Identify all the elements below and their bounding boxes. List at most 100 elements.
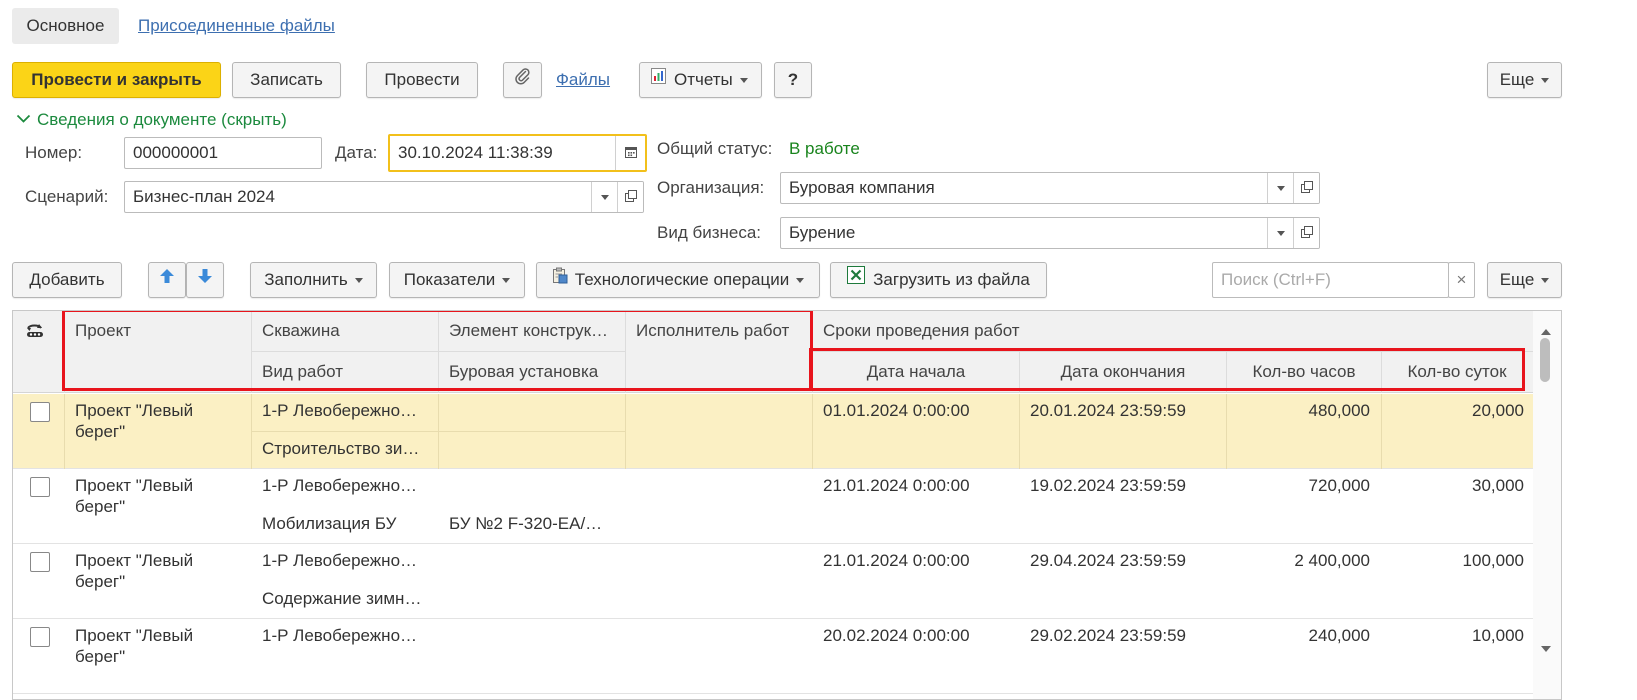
cell-well[interactable]: 1-Р Левобережно… <box>262 400 432 421</box>
fill-button[interactable]: Заполнить <box>250 262 377 298</box>
paperclip-icon <box>514 63 532 97</box>
cell-project[interactable]: Проект "Левый <box>75 625 245 646</box>
cell-work-type[interactable]: Строительство зи… <box>262 438 432 459</box>
scrollbar-thumb[interactable] <box>1540 338 1550 382</box>
move-up-button[interactable] <box>148 262 186 298</box>
cell-days[interactable]: 30,000 <box>1388 475 1524 496</box>
cell-days[interactable]: 20,000 <box>1388 400 1524 421</box>
refresh-icon <box>25 321 45 344</box>
move-down-button[interactable] <box>186 262 224 298</box>
table-row[interactable]: Проект "Левый берег" 1-Р Левобережно… 20.02… <box>13 619 1533 694</box>
chevron-down-icon <box>739 78 748 84</box>
search-input[interactable]: Поиск (Ctrl+F) <box>1212 262 1449 298</box>
cell-start-date[interactable]: 01.01.2024 0:00:00 <box>823 400 1013 421</box>
cell-project[interactable]: берег" <box>75 646 245 667</box>
excel-icon <box>847 262 866 296</box>
cell-project[interactable]: берег" <box>75 571 245 592</box>
vertical-scrollbar[interactable] <box>1533 311 1561 699</box>
attach-button[interactable] <box>503 62 542 98</box>
chevron-down-icon <box>502 278 511 284</box>
post-and-close-button[interactable]: Провести и закрыть <box>12 62 221 98</box>
more-button[interactable]: Еще <box>1487 62 1562 98</box>
tech-operations-label: Технологические операции <box>574 270 790 289</box>
row-checkbox[interactable] <box>30 477 50 497</box>
reports-button[interactable]: Отчеты <box>639 62 762 98</box>
cell-days[interactable]: 100,000 <box>1388 550 1524 571</box>
write-button[interactable]: Записать <box>232 62 341 98</box>
cell-project[interactable]: Проект "Левый <box>75 475 245 496</box>
table-row[interactable]: Проект "Левый берег" 1-Р Левобережно… Мобил… <box>13 469 1533 544</box>
business-type-open-button[interactable] <box>1293 218 1319 248</box>
cell-work-type[interactable]: Содержание зимн… <box>262 588 432 609</box>
help-button[interactable]: ? <box>774 62 812 98</box>
cell-start-date[interactable]: 21.01.2024 0:00:00 <box>823 475 1013 496</box>
cell-well[interactable]: 1-Р Левобережно… <box>262 475 432 496</box>
scenario-field[interactable]: Бизнес-план 2024 <box>124 181 644 213</box>
cell-project[interactable]: берег" <box>75 421 245 442</box>
search-clear-button[interactable]: × <box>1448 262 1475 298</box>
calendar-button[interactable] <box>615 136 645 170</box>
document-info-label: Сведения о документе (скрыть) <box>37 110 287 129</box>
organization-dropdown-button[interactable] <box>1267 173 1293 203</box>
chevron-down-icon <box>600 194 609 200</box>
cell-project[interactable]: Проект "Левый <box>75 400 245 421</box>
indicators-button[interactable]: Показатели <box>389 262 525 298</box>
cell-end-date[interactable]: 29.04.2024 23:59:59 <box>1030 550 1220 571</box>
chevron-down-icon <box>1276 230 1285 236</box>
add-button[interactable]: Добавить <box>12 262 122 298</box>
cell-hours[interactable]: 2 400,000 <box>1233 550 1370 571</box>
arrow-up-icon <box>159 262 175 296</box>
files-link[interactable]: Файлы <box>556 62 610 98</box>
organization-field[interactable]: Буровая компания <box>780 172 1320 204</box>
number-field[interactable]: 000000001 <box>124 137 322 169</box>
business-type-value: Бурение <box>789 223 856 242</box>
cell-start-date[interactable]: 20.02.2024 0:00:00 <box>823 625 1013 646</box>
cell-end-date[interactable]: 20.01.2024 23:59:59 <box>1030 400 1220 421</box>
open-window-icon <box>1300 218 1313 248</box>
cell-well[interactable]: 1-Р Левобережно… <box>262 550 432 571</box>
date-label: Дата: <box>335 143 378 162</box>
date-field[interactable]: 30.10.2024 11:38:39 <box>388 134 647 172</box>
cell-project[interactable]: Проект "Левый <box>75 550 245 571</box>
cell-start-date[interactable]: 21.01.2024 0:00:00 <box>823 550 1013 571</box>
document-info-toggle[interactable]: Сведения о документе (скрыть) <box>16 110 287 130</box>
row-checkbox[interactable] <box>30 627 50 647</box>
tab-attached-files[interactable]: Присоединенные файлы <box>138 8 335 44</box>
indicators-label: Показатели <box>403 270 496 289</box>
cell-rig[interactable]: БУ №2 F-320-EA/… <box>449 513 619 534</box>
table-row[interactable]: Проект "Левый берег" 1-Р Левобережно… Содер… <box>13 544 1533 619</box>
table-more-label: Еще <box>1499 270 1535 289</box>
business-type-field[interactable]: Бурение <box>780 217 1320 249</box>
scenario-dropdown-button[interactable] <box>591 182 617 212</box>
load-from-file-button[interactable]: Загрузить из файла <box>830 262 1047 298</box>
cell-hours[interactable]: 240,000 <box>1233 625 1370 646</box>
clipboard-icon <box>552 262 568 296</box>
tab-main[interactable]: Основное <box>12 8 119 44</box>
cell-hours[interactable]: 720,000 <box>1233 475 1370 496</box>
more-label: Еще <box>1499 70 1535 89</box>
organization-value: Буровая компания <box>789 178 935 197</box>
cell-work-type[interactable]: Мобилизация БУ <box>262 513 432 534</box>
organization-open-button[interactable] <box>1293 173 1319 203</box>
divider <box>1226 394 1227 469</box>
business-type-dropdown-button[interactable] <box>1267 218 1293 248</box>
number-label: Номер: <box>25 143 83 162</box>
scroll-up-icon <box>1541 320 1551 340</box>
post-button[interactable]: Провести <box>366 62 478 98</box>
row-checkbox[interactable] <box>30 402 50 422</box>
divider <box>64 394 65 469</box>
cell-end-date[interactable]: 29.02.2024 23:59:59 <box>1030 625 1220 646</box>
open-window-icon <box>1300 173 1313 203</box>
table-row[interactable]: Проект "Левый берег" 1-Р Левобережно… Строи… <box>13 394 1533 469</box>
cell-well[interactable]: 1-Р Левобережно… <box>262 625 432 646</box>
row-checkbox[interactable] <box>30 552 50 572</box>
cell-days[interactable]: 10,000 <box>1388 625 1524 646</box>
scenario-value: Бизнес-план 2024 <box>133 187 275 206</box>
divider <box>1381 394 1382 469</box>
cell-hours[interactable]: 480,000 <box>1233 400 1370 421</box>
tech-operations-button[interactable]: Технологические операции <box>536 262 820 298</box>
scenario-open-button[interactable] <box>617 182 643 212</box>
cell-end-date[interactable]: 19.02.2024 23:59:59 <box>1030 475 1220 496</box>
table-more-button[interactable]: Еще <box>1487 262 1562 298</box>
cell-project[interactable]: берег" <box>75 496 245 517</box>
